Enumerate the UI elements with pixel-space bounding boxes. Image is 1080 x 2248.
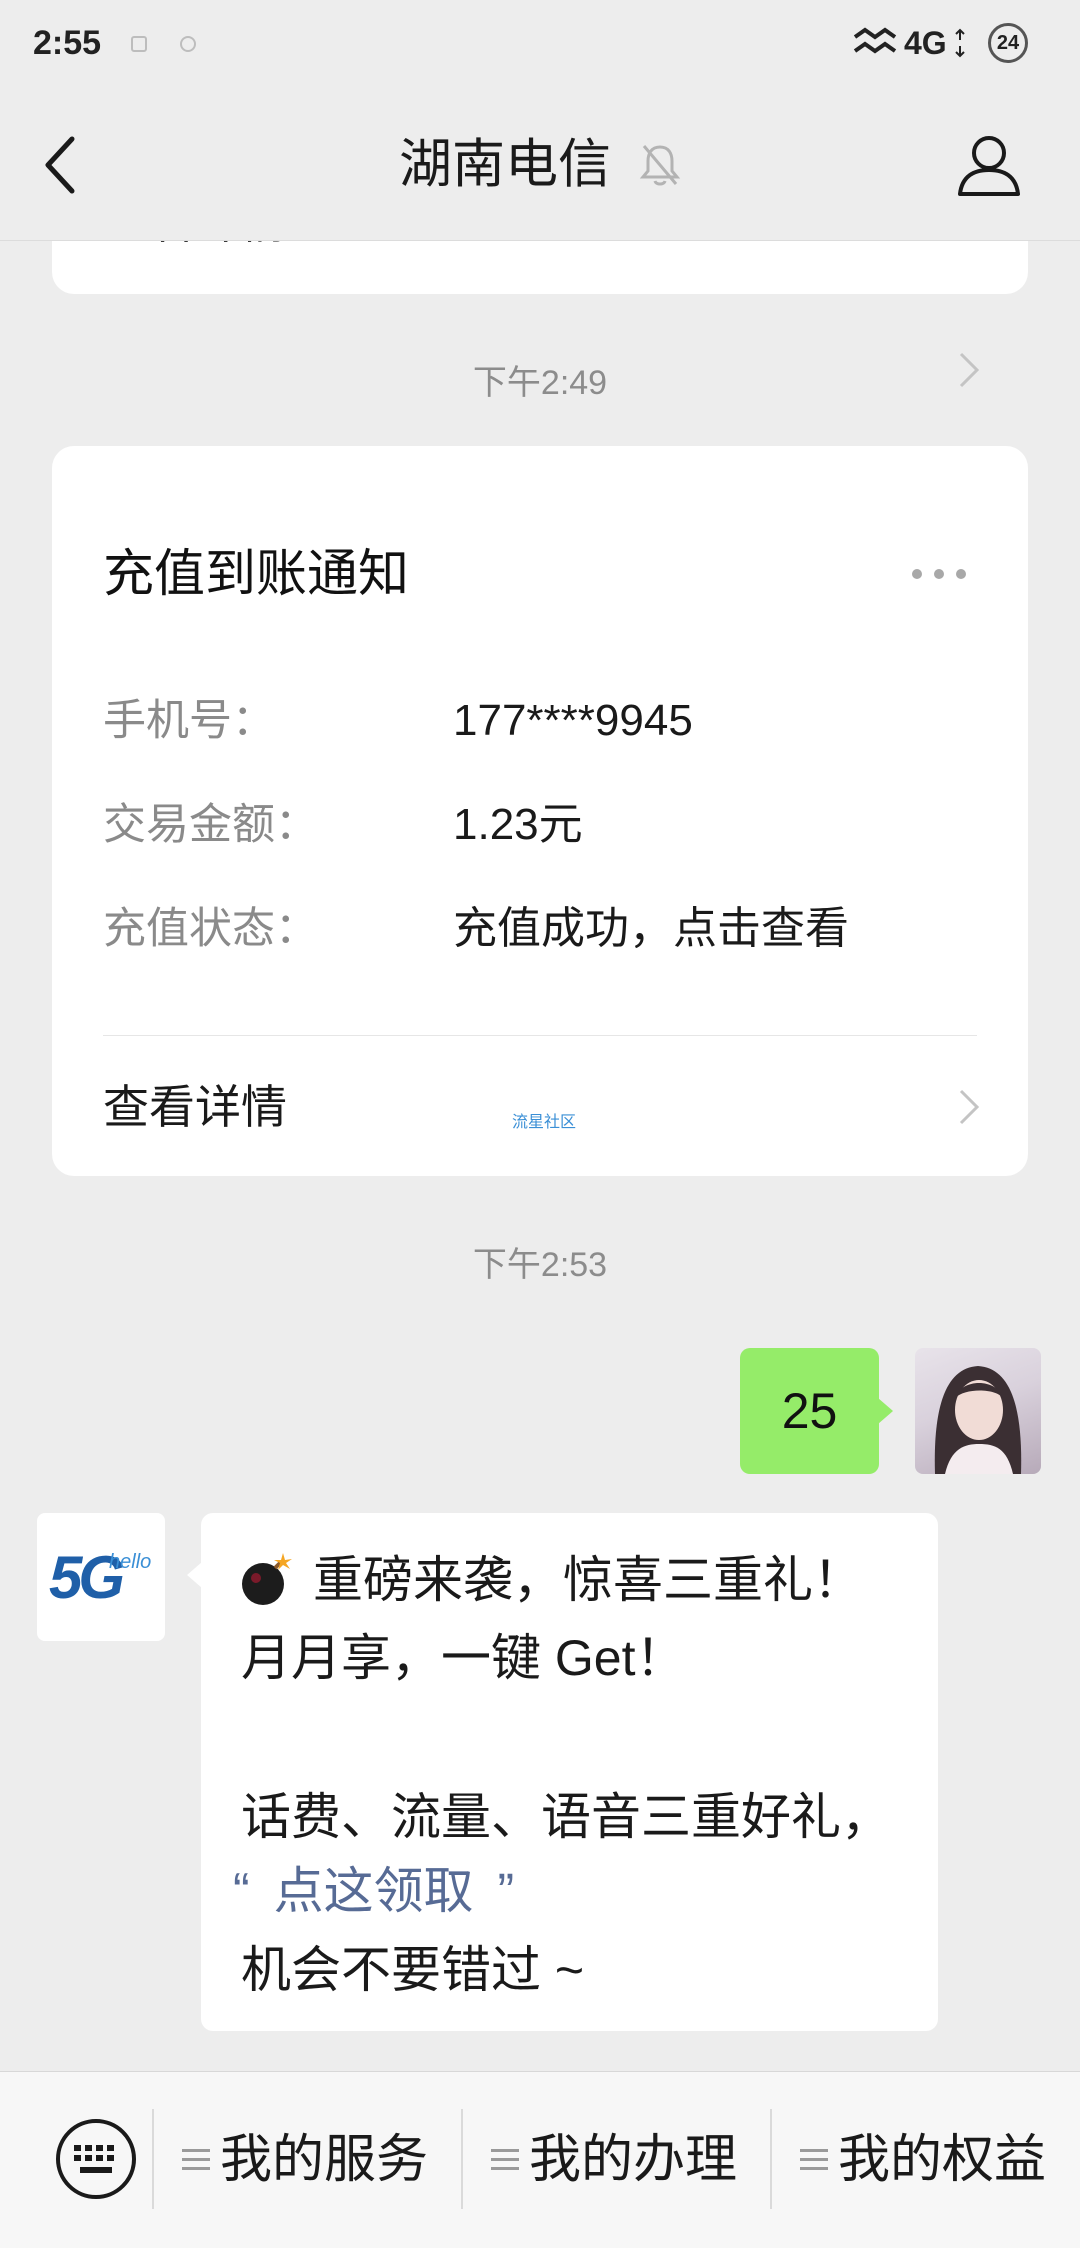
menu-lines-icon: [182, 2149, 210, 2170]
status-bar: 2:55 4G 24: [0, 0, 1080, 86]
menu-lines-icon: [800, 2149, 828, 2170]
message-line: 月月享，一键 Get！: [241, 1630, 686, 1686]
bottom-menu-bar: 我的服务 我的办理 我的权益: [0, 2071, 1080, 2248]
view-details-link[interactable]: 查看详情: [103, 1072, 287, 1142]
message-timestamp: 下午2:49: [472, 364, 608, 402]
menu-label: 我的服务: [220, 2131, 429, 2189]
quote-open: “: [233, 1863, 250, 1919]
menu-my-services[interactable]: 我的服务: [182, 2122, 428, 2198]
keyboard-icon[interactable]: [54, 2117, 138, 2201]
network-type: 4G: [904, 25, 947, 61]
menu-separator: [152, 2109, 154, 2209]
menu-separator: [770, 2109, 772, 2209]
status-time: 2:55: [33, 24, 102, 62]
person-icon[interactable]: [956, 132, 1022, 198]
incoming-message-bubble[interactable]: 重磅来袭，惊喜三重礼！ 月月享，一键 Get！ 话费、流量、语音三重好礼， “ …: [187, 1513, 938, 2031]
claim-link[interactable]: “ 点这领取 ”: [233, 1856, 514, 1926]
data-arrows-icon: [955, 28, 965, 58]
card-title: 充值到账通知: [103, 545, 410, 602]
wifi-signal-icon: [853, 27, 897, 54]
watermark-text: 流星社区: [512, 1114, 577, 1131]
chevron-right-icon: [959, 352, 980, 388]
menu-label: 我的权益: [838, 2131, 1047, 2189]
chevron-right-icon: [959, 1089, 980, 1125]
chat-title: 湖南电信: [399, 135, 611, 194]
message-timestamp: 下午2:53: [472, 1246, 608, 1284]
portrait-image: [934, 1366, 1022, 1474]
recharge-notification-card[interactable]: 充值到账通知 手机号： 177****9945 交易金额： 1.23元 充值状态…: [52, 446, 1028, 1176]
menu-my-benefits[interactable]: 我的权益: [800, 2122, 1046, 2198]
message-line: 重磅来袭，惊喜三重礼！: [313, 1552, 863, 1608]
more-options-icon[interactable]: [909, 567, 969, 581]
menu-my-transactions[interactable]: 我的办理: [491, 2122, 737, 2198]
message-line: 机会不要错过 ~: [241, 1942, 585, 1998]
battery-indicator: 24: [988, 23, 1028, 63]
phone-label: 手机号：: [103, 697, 275, 745]
outgoing-message-bubble[interactable]: 25: [740, 1348, 893, 1474]
card-divider: [103, 1035, 977, 1036]
status-value: 充值成功，点击查看: [453, 904, 849, 953]
amount-label: 交易金额：: [103, 801, 318, 849]
chat-header: 湖南电信: [0, 86, 1080, 241]
message-line: 话费、流量、语音三重好礼，: [241, 1789, 891, 1845]
claim-link-text[interactable]: 点这领取: [274, 1863, 474, 1919]
lock-icon: [180, 36, 196, 52]
official-account-avatar[interactable]: 5G hello: [37, 1513, 165, 1641]
bomb-icon: [242, 1553, 292, 1605]
phone-value: 177****9945: [453, 696, 693, 745]
menu-label: 我的办理: [529, 2131, 738, 2189]
chat-screen: 2:55 4G 24 湖南电信 查看详情: [0, 0, 1080, 2248]
amount-value: 1.23元: [453, 800, 583, 849]
notification-icon: [131, 36, 147, 52]
chevron-left-icon[interactable]: [40, 135, 80, 195]
status-label: 充值状态：: [103, 905, 318, 953]
quote-close: ”: [497, 1863, 515, 1919]
menu-lines-icon: [491, 2149, 519, 2170]
user-avatar[interactable]: [915, 1348, 1041, 1474]
menu-separator: [461, 2109, 463, 2209]
hello-logo-text: hello: [109, 1551, 152, 1573]
bell-muted-icon: [639, 145, 681, 186]
